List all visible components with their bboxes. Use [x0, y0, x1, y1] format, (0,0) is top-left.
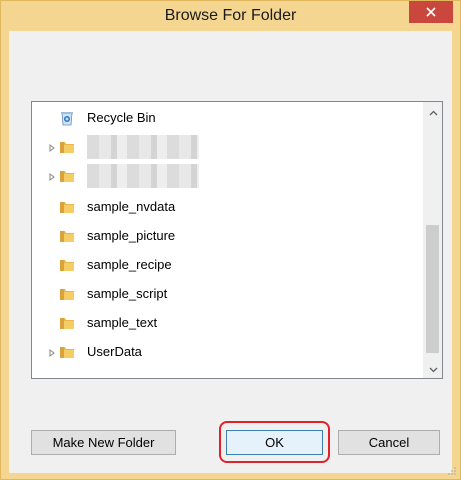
tree-item-userdata[interactable]: UserData	[32, 338, 422, 367]
tree-item-recycle-bin[interactable]: Recycle Bin	[32, 104, 422, 133]
tree-item-label: sample_nvdata	[87, 199, 176, 214]
folder-tree[interactable]: Recycle Bin sample_nvdata sample_picture…	[31, 101, 443, 379]
tree-item-sample-nvdata[interactable]: sample_nvdata	[32, 193, 422, 222]
expand-arrow-icon[interactable]	[47, 143, 57, 153]
tree-item-label: sample_text	[87, 315, 158, 330]
title-bar[interactable]: Browse For Folder	[1, 1, 460, 31]
resize-grip-icon[interactable]	[447, 466, 457, 476]
browse-for-folder-dialog: Browse For Folder Recycle Bin sample_nvd…	[0, 0, 461, 480]
redacted-folder-name	[87, 164, 199, 188]
expand-arrow-icon[interactable]	[47, 348, 57, 358]
tree-item-sample-text[interactable]: sample_text	[32, 309, 422, 338]
folder-icon	[60, 171, 74, 182]
tree-item-redacted-folder[interactable]	[32, 133, 422, 162]
tree-item-sample-recipe[interactable]: sample_recipe	[32, 251, 422, 280]
recycle-bin-icon	[61, 112, 73, 126]
chevron-down-icon	[429, 367, 437, 372]
tree-item-label: sample_script	[87, 286, 168, 301]
ok-button-highlight	[219, 421, 330, 463]
folder-icon	[60, 202, 74, 213]
redacted-folder-name	[87, 135, 199, 159]
expand-arrow-icon[interactable]	[47, 172, 57, 182]
make-new-folder-button[interactable]: Make New Folder	[31, 430, 176, 455]
vertical-scrollbar[interactable]	[423, 102, 442, 378]
folder-icon	[60, 260, 74, 271]
folder-icon	[60, 231, 74, 242]
dialog-title: Browse For Folder	[164, 7, 297, 24]
folder-icon	[60, 142, 74, 153]
tree-item-sample-picture[interactable]: sample_picture	[32, 222, 422, 251]
scroll-down-button[interactable]	[424, 361, 442, 378]
close-button[interactable]	[409, 1, 453, 23]
chevron-up-icon	[429, 110, 437, 115]
folder-icon	[60, 347, 74, 358]
folder-icon	[60, 289, 74, 300]
tree-item-label: sample_picture	[87, 228, 176, 243]
tree-item-label: UserData	[87, 344, 142, 359]
folder-icon	[60, 318, 74, 329]
close-icon	[426, 7, 436, 17]
scroll-up-button[interactable]	[424, 104, 442, 121]
scrollbar-thumb[interactable]	[426, 225, 439, 353]
cancel-button[interactable]: Cancel	[338, 430, 440, 455]
tree-item-label: Recycle Bin	[87, 110, 156, 125]
tree-item-label: sample_recipe	[87, 257, 172, 272]
tree-item-sample-script[interactable]: sample_script	[32, 280, 422, 309]
folder-tree-list: Recycle Bin sample_nvdata sample_picture…	[32, 102, 422, 378]
tree-item-redacted-folder[interactable]	[32, 162, 422, 191]
